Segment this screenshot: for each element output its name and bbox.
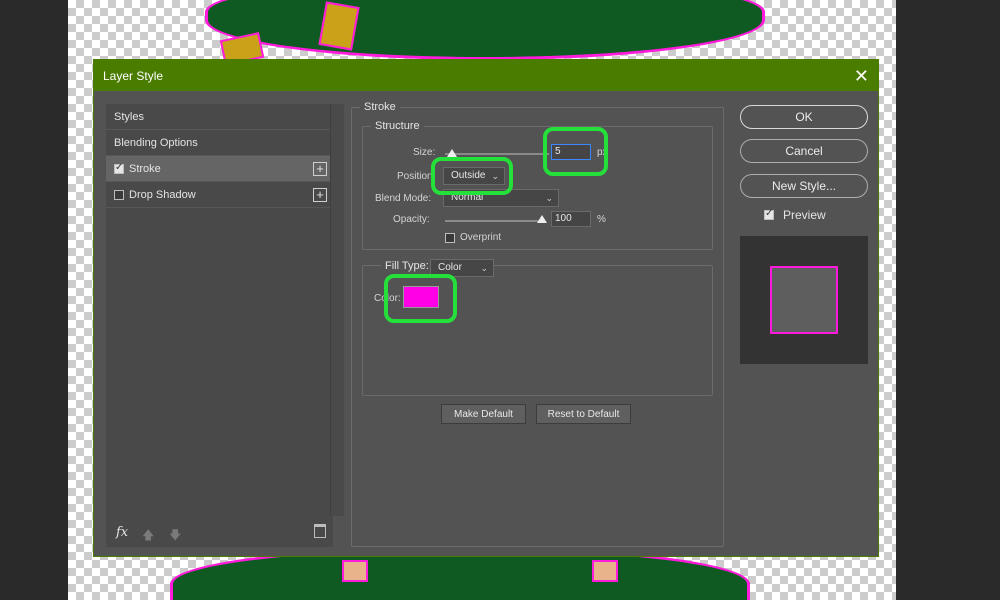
add-stroke-icon[interactable]: + [313,161,327,176]
preview-checkbox[interactable] [764,208,774,220]
size-label: Size: [413,147,436,158]
style-item-label: Styles [114,110,144,123]
styles-panel-footer: fx 🡅 🡇 [106,522,333,544]
ok-button[interactable]: OK [740,105,868,129]
size-slider-thumb[interactable] [447,149,457,157]
stroke-group-label: Stroke [360,101,400,113]
artwork-hand-shape [342,560,368,582]
opacity-input[interactable]: 100 [551,211,591,227]
chevron-down-icon: ⌄ [545,193,553,203]
make-default-button[interactable]: Make Default [441,404,526,424]
opacity-unit: % [597,214,606,225]
style-item-drop-shadow[interactable]: Drop Shadow + [106,182,333,208]
position-label: Position: [397,171,436,182]
stroke-checkbox[interactable] [114,162,124,174]
drop-shadow-checkbox[interactable] [114,189,124,200]
cancel-button[interactable]: Cancel [740,139,868,163]
move-up-icon[interactable]: 🡅 [142,526,154,547]
size-slider-track[interactable] [445,153,549,155]
blend-mode-label: Blend Mode: [375,193,432,204]
fx-icon[interactable]: fx [116,525,128,540]
opacity-slider-track[interactable] [445,220,543,222]
annotation-highlight-size [543,127,608,176]
fill-type-value: Color [438,262,462,273]
annotation-highlight-position [431,157,513,195]
opacity-label: Opacity: [393,214,430,225]
preview-square [770,266,838,334]
style-item-blending-options[interactable]: Blending Options [106,130,333,156]
dialog-titlebar: Layer Style ✕ [94,60,878,91]
styles-list-scrollbar[interactable] [330,104,344,516]
styles-list-panel: Styles Blending Options Stroke + Drop Sh… [106,104,344,547]
reset-to-default-button[interactable]: Reset to Default [536,404,631,424]
layer-style-dialog: Layer Style ✕ Styles Blending Options St… [93,59,879,557]
move-down-icon[interactable]: 🡇 [169,526,181,547]
structure-group: Structure Size: 5 px Position: Outside ⌄… [362,120,713,250]
close-icon[interactable]: ✕ [854,67,869,85]
style-item-label: Blending Options [114,136,198,149]
overprint-label: Overprint [460,232,502,243]
structure-group-label: Structure [371,120,424,132]
annotation-highlight-color [384,274,457,323]
preview-label: Preview [783,208,826,222]
fill-type-label: Fill Type: [381,260,433,272]
style-item-styles[interactable]: Styles [106,104,333,130]
preview-thumbnail [740,236,868,364]
trash-icon[interactable] [314,524,326,538]
new-style-button[interactable]: New Style... [740,174,868,198]
add-drop-shadow-icon[interactable]: + [313,187,327,202]
overprint-checkbox[interactable] [445,233,455,243]
artwork-hand-shape [592,560,618,582]
style-item-stroke[interactable]: Stroke + [106,156,333,182]
style-item-label: Drop Shadow [129,188,196,201]
opacity-slider-thumb[interactable] [537,215,547,223]
chevron-down-icon: ⌄ [480,263,488,273]
style-item-label: Stroke [129,162,161,175]
dialog-title: Layer Style [103,68,164,83]
